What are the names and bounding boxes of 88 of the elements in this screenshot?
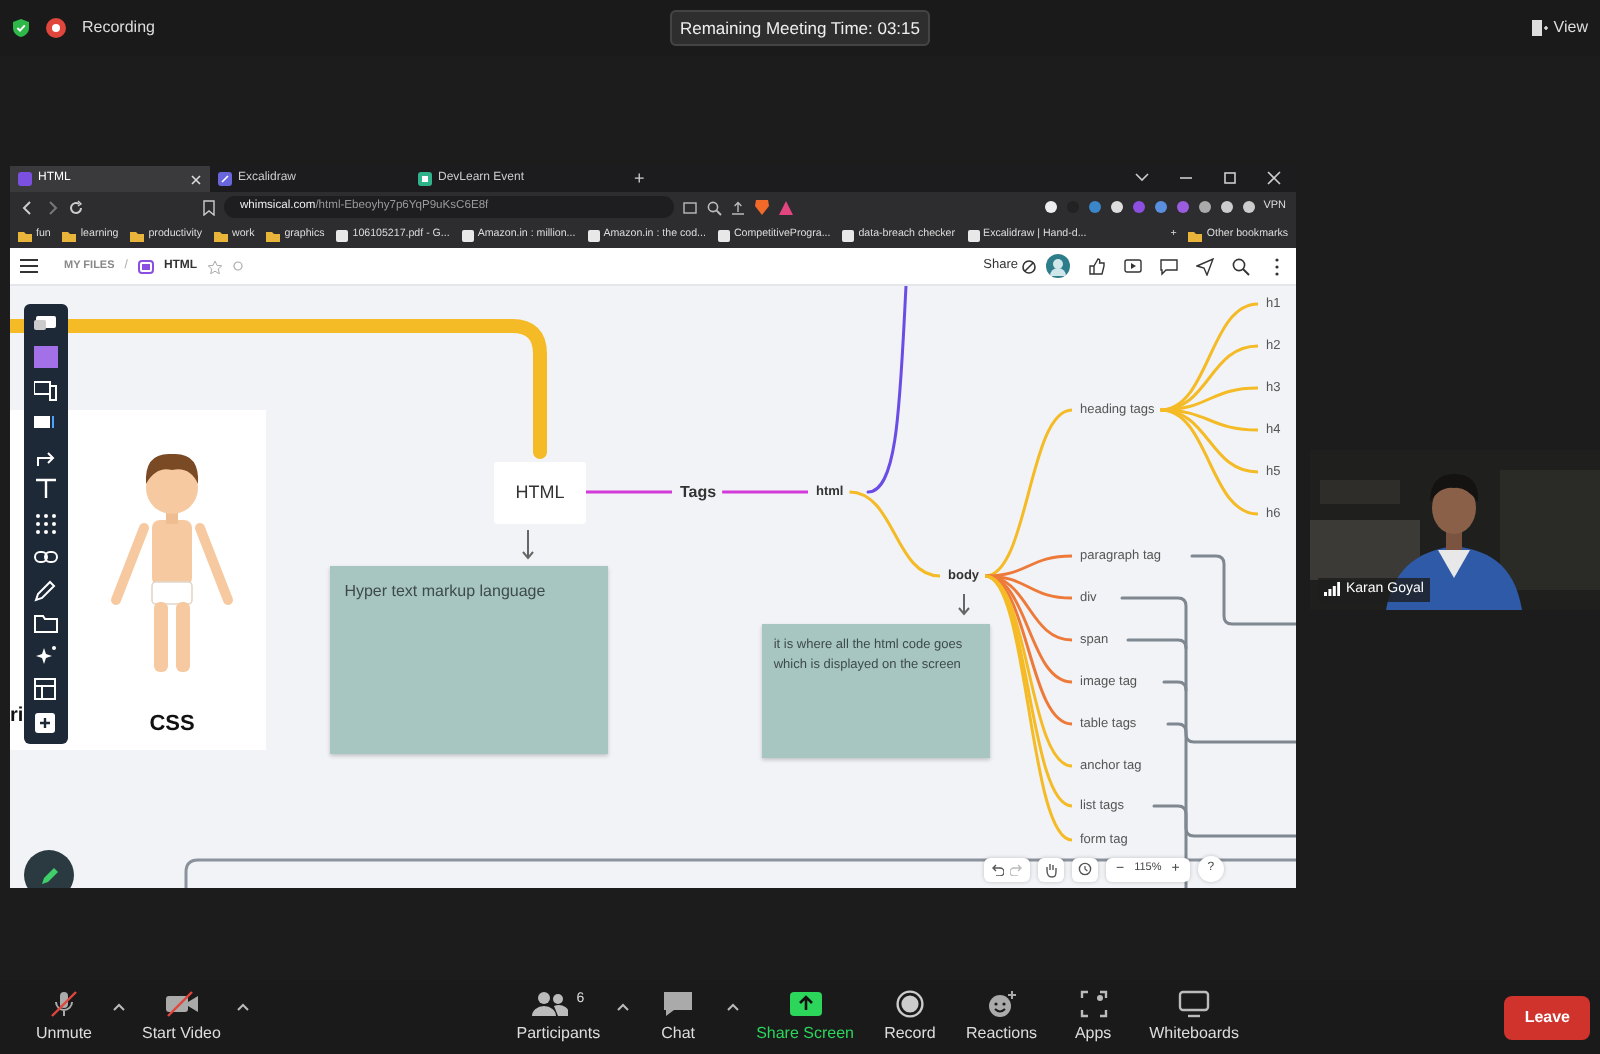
- image-caption: CSS: [149, 712, 195, 736]
- folder-icon: [18, 229, 32, 241]
- layout-icon[interactable]: [34, 678, 58, 702]
- reactions-button[interactable]: Reactions: [957, 989, 1046, 1045]
- page-icon: [842, 229, 855, 241]
- menu-icon[interactable]: [20, 258, 38, 274]
- record-button[interactable]: Record: [869, 989, 950, 1045]
- apps-icon: [1079, 989, 1108, 1017]
- node-label[interactable]: Tags: [680, 483, 717, 501]
- grid-icon[interactable]: [34, 511, 58, 536]
- timer-label: Remaining Meeting Time: 03:15: [669, 9, 930, 45]
- plus-icon[interactable]: [34, 711, 58, 736]
- dot-icon[interactable]: [231, 260, 244, 272]
- folder-icon: [130, 229, 145, 241]
- comment-icon[interactable]: [1160, 257, 1178, 275]
- sticky-note-icon[interactable]: [34, 345, 58, 370]
- search-icon[interactable]: [1232, 257, 1250, 275]
- arrow: [958, 593, 970, 616]
- leave-button[interactable]: Leave: [1504, 995, 1590, 1039]
- board-icon: [137, 259, 154, 273]
- tab-favicon-icon: [18, 172, 32, 186]
- layout-icon: [1531, 20, 1548, 36]
- chat-button[interactable]: Chat: [638, 989, 719, 1045]
- clock-icon[interactable]: [1078, 862, 1092, 876]
- bookmark-icon[interactable]: [202, 199, 216, 215]
- caret-icon: [112, 1001, 126, 1012]
- caret-icon: [616, 1001, 631, 1012]
- sparkle-icon[interactable]: [34, 644, 58, 669]
- folder-icon: [266, 229, 281, 241]
- record-icon: [46, 18, 66, 38]
- people-icon: [532, 989, 569, 1017]
- pencil-icon: [39, 865, 59, 885]
- recording-label: Recording: [82, 16, 155, 40]
- folder-icon[interactable]: [34, 611, 58, 636]
- folder-icon: [62, 229, 77, 241]
- back-icon[interactable]: [20, 199, 36, 215]
- share-screen-icon: [789, 989, 822, 1017]
- connector-line: [722, 490, 808, 494]
- folder-icon: [214, 229, 229, 241]
- hand-icon[interactable]: [1044, 861, 1058, 877]
- view-button[interactable]: View: [1531, 16, 1588, 40]
- triangle-icon[interactable]: [778, 199, 794, 215]
- pencil-icon[interactable]: [34, 578, 58, 603]
- share-icon[interactable]: [730, 199, 746, 215]
- signal-icon: [1324, 582, 1340, 597]
- connector-line: [586, 490, 672, 494]
- chat-icon: [662, 989, 695, 1017]
- new-tab-button[interactable]: +: [626, 166, 653, 192]
- send-icon[interactable]: [1196, 257, 1214, 275]
- tab-favicon-icon: [218, 172, 232, 186]
- caret-icon: [726, 1001, 741, 1012]
- cut-label: ri: [10, 705, 24, 727]
- share-screen-button[interactable]: Share Screen: [748, 989, 862, 1045]
- devices-icon[interactable]: [34, 379, 58, 404]
- record-icon: [895, 989, 924, 1017]
- page-icon: [587, 229, 600, 241]
- folder-icon: [1188, 229, 1203, 241]
- reload-icon[interactable]: [68, 199, 84, 215]
- undo-icon[interactable]: [990, 862, 1004, 876]
- close-icon[interactable]: [1266, 170, 1282, 186]
- star-icon[interactable]: [207, 259, 222, 273]
- close-icon[interactable]: [190, 173, 202, 185]
- whiteboard-icon: [1178, 989, 1211, 1017]
- sticky-note[interactable]: Hyper text markup language: [330, 566, 608, 754]
- text-icon[interactable]: [34, 478, 58, 503]
- page-icon: [336, 229, 349, 241]
- root-node[interactable]: HTML: [494, 462, 586, 524]
- caret-icon: [236, 1001, 251, 1012]
- start-video-button[interactable]: Start Video: [134, 989, 229, 1045]
- page-icon: [461, 229, 474, 241]
- smiley-icon: [985, 989, 1018, 1017]
- chevron-down-icon[interactable]: [1134, 170, 1150, 186]
- tab-favicon-icon: [418, 172, 432, 186]
- present-icon[interactable]: [1124, 257, 1142, 275]
- pencil-button[interactable]: [24, 850, 74, 888]
- shield-icon: [12, 18, 30, 38]
- thumbs-up-icon[interactable]: [1088, 257, 1106, 275]
- apps-button[interactable]: Apps: [1053, 989, 1134, 1045]
- page-icon: [967, 229, 980, 241]
- arrow: [522, 529, 534, 560]
- reader-icon[interactable]: [682, 199, 698, 215]
- whiteboards-button[interactable]: Whiteboards: [1141, 989, 1247, 1045]
- restore-icon[interactable]: [1222, 170, 1238, 186]
- search-icon[interactable]: [706, 199, 722, 215]
- avatar-icon[interactable]: [1046, 254, 1070, 278]
- unmute-button[interactable]: Unmute: [24, 989, 104, 1045]
- page-icon: [717, 229, 730, 241]
- forward-icon[interactable]: [44, 199, 60, 215]
